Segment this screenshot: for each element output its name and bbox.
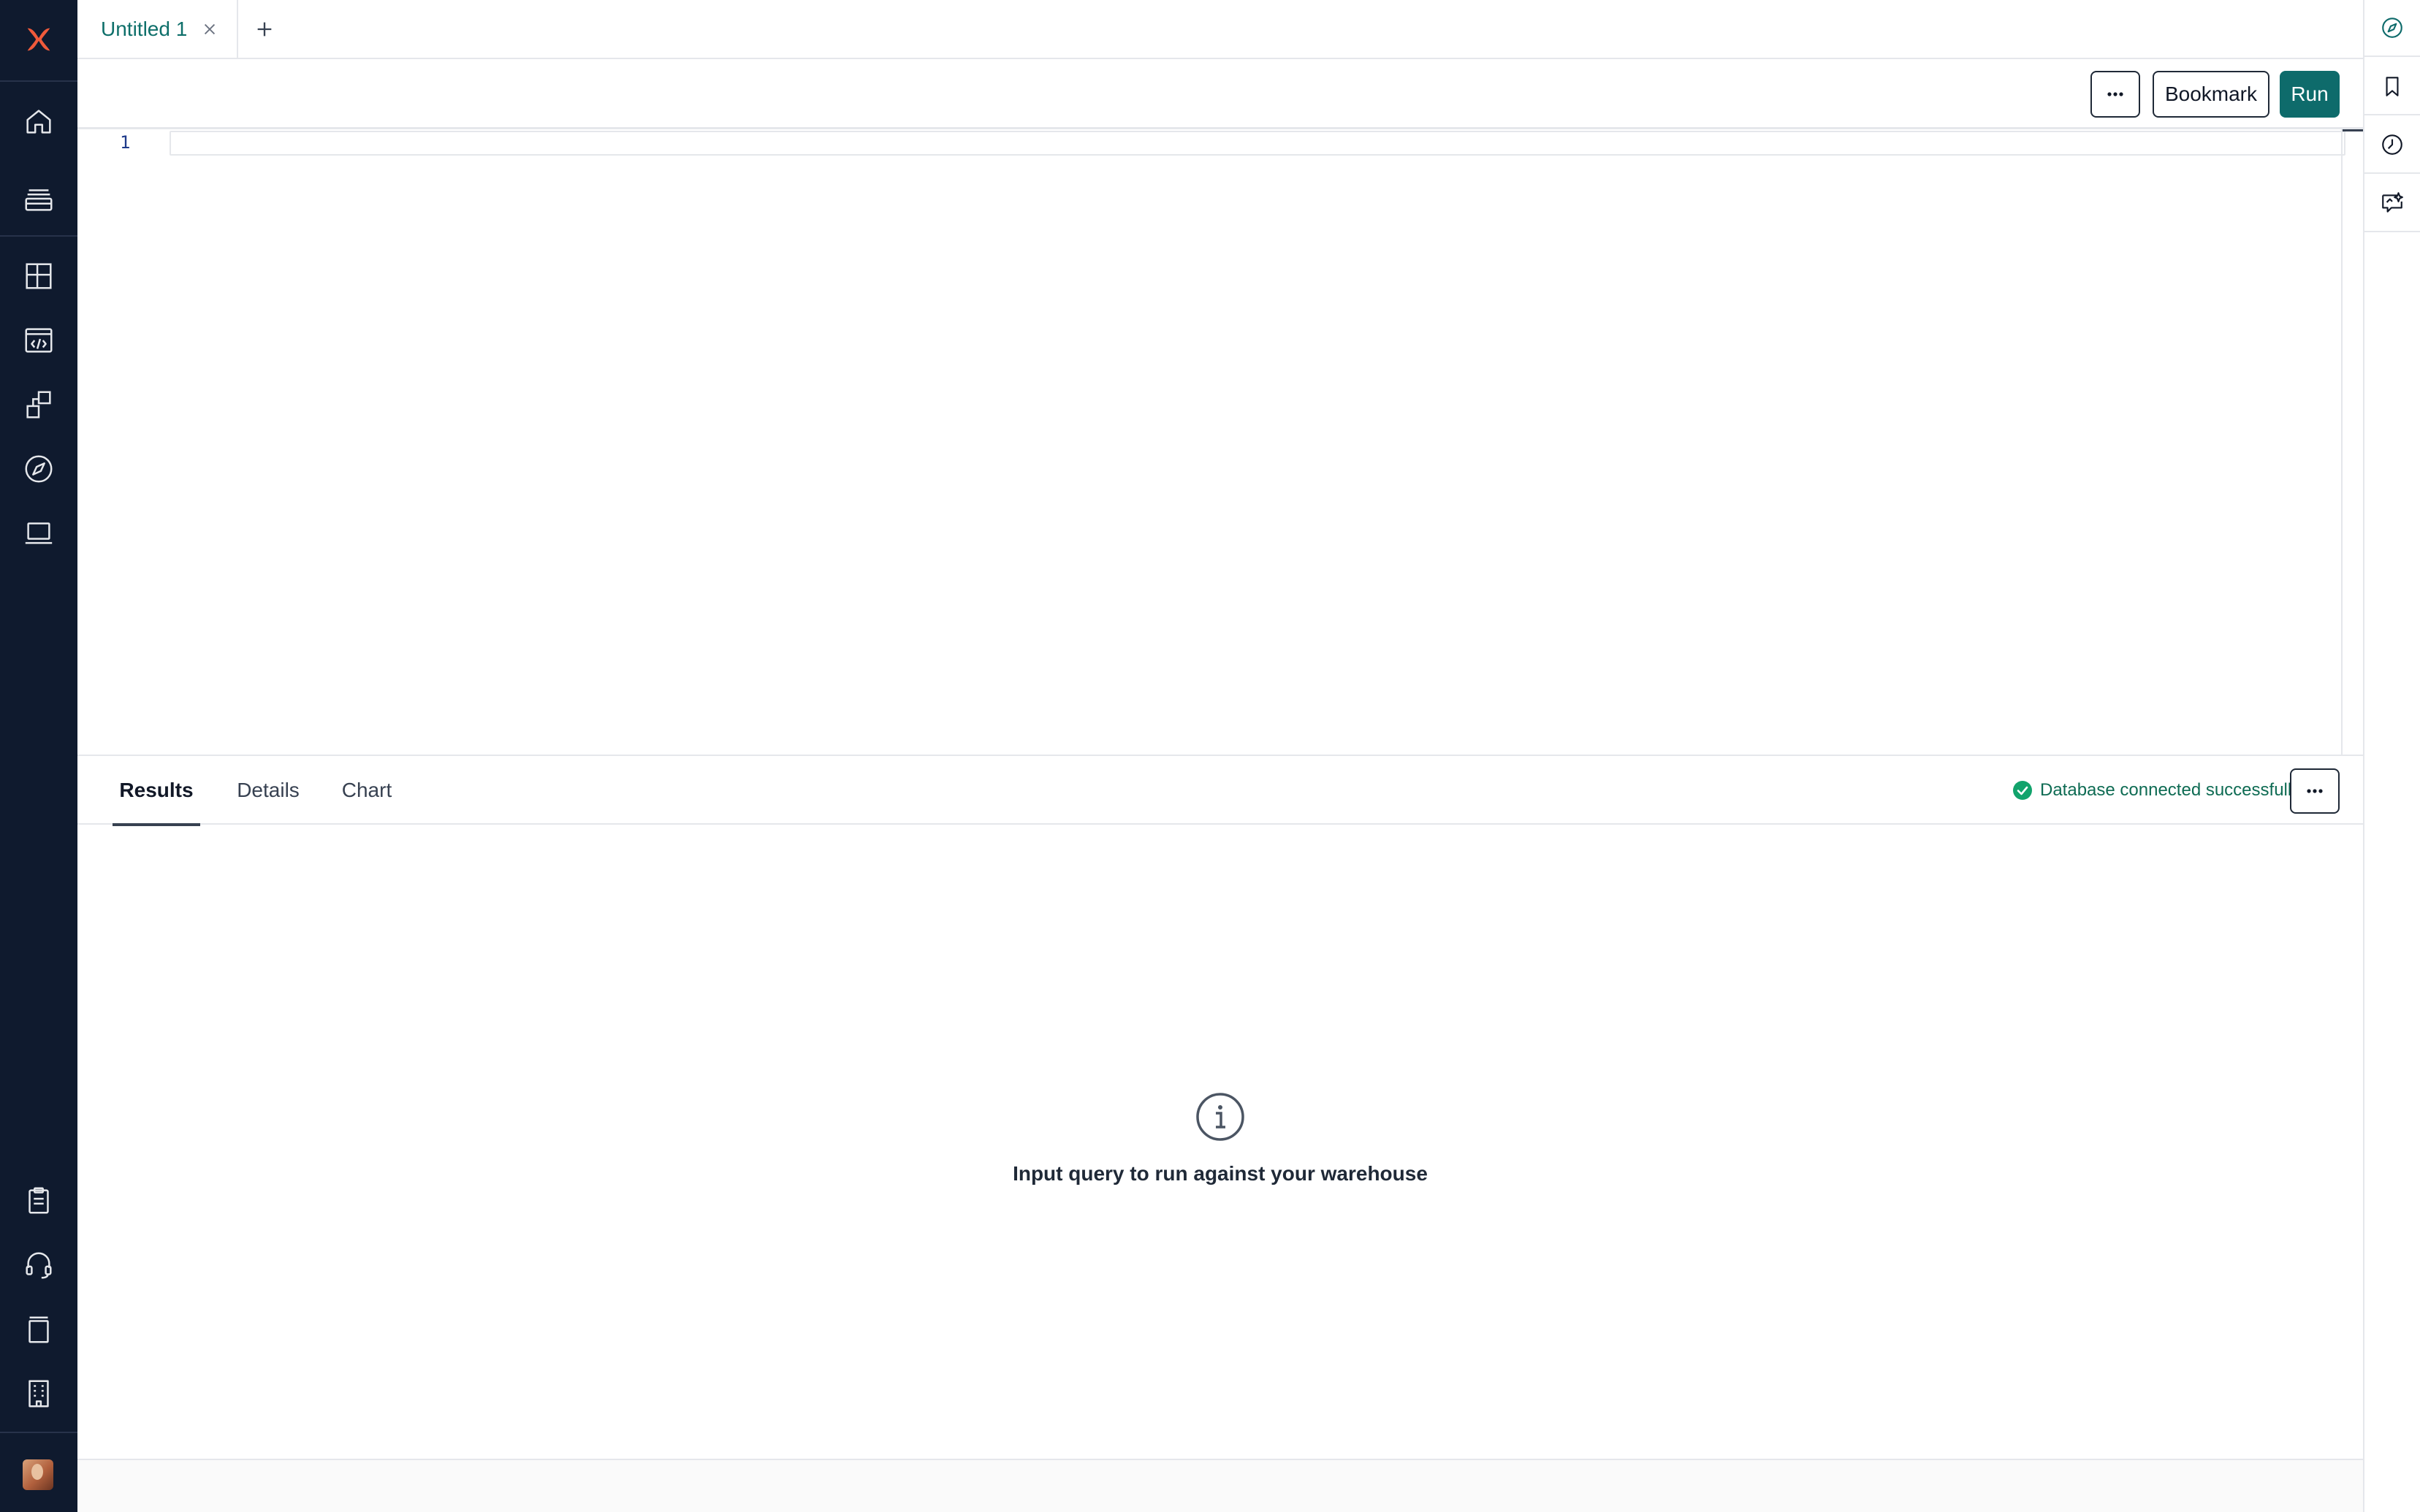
docs-icon[interactable] [0,1300,77,1359]
check-circle-icon [2013,781,2032,800]
ellipsis-icon [2107,92,2123,96]
left-nav [0,0,77,1512]
results-panel-header: Results Details Chart Database connected… [77,755,2363,826]
line-number: 1 [120,132,131,153]
logo-icon-graphic [27,28,50,51]
tab-label: Untitled 1 [101,17,188,40]
building-icon[interactable] [0,1364,77,1423]
status-text: Database connected successfully [2040,780,2301,800]
compass-icon[interactable] [2364,0,2420,57]
query-tab-bar: Untitled 1 [77,0,2363,59]
info-icon [1196,1093,1244,1141]
database-icon[interactable] [0,169,77,228]
results-empty-state: Input query to run against your warehous… [77,825,2363,1459]
tab-results[interactable]: Results [113,756,200,826]
tab-untitled-1[interactable]: Untitled 1 [77,0,238,58]
laptop-icon[interactable] [0,504,77,562]
results-more-button[interactable] [2290,768,2340,814]
right-rail [2363,0,2420,1512]
app-root: Untitled 1 Bookmark Run 1 Results Detail… [0,0,2420,1512]
empty-state-message: Input query to run against your warehous… [1013,1162,1428,1185]
ellipsis-icon [2307,789,2323,793]
nav-divider [0,1432,77,1433]
avatar[interactable] [23,1459,53,1490]
code-browser-icon[interactable] [0,311,77,370]
logo-icon[interactable] [0,10,77,69]
bookmark-button[interactable]: Bookmark [2153,71,2269,118]
nav-divider [0,80,77,82]
run-button[interactable]: Run [2280,71,2340,118]
sql-editor[interactable]: 1 [77,129,2345,754]
compass-icon[interactable] [0,440,77,498]
bookmark-icon[interactable] [2364,58,2420,115]
shapes-icon[interactable] [0,375,77,434]
editor-toolbar: Bookmark Run [77,59,2363,129]
history-icon[interactable] [2364,117,2420,174]
editor-scroll-marker [2343,129,2363,131]
add-tab-button[interactable] [247,12,282,47]
clipboard-icon[interactable] [0,1172,77,1230]
connection-status: Database connected successfully [2012,756,2300,825]
ai-assistant-icon[interactable] [2364,175,2420,232]
tab-chart[interactable]: Chart [326,756,408,825]
close-icon[interactable] [200,20,219,39]
more-options-button[interactable] [2090,71,2140,118]
headset-icon[interactable] [0,1236,77,1294]
status-footer [77,1459,2363,1512]
plus-icon [257,22,272,37]
nav-divider [0,235,77,237]
dashboard-grid-icon[interactable] [0,247,77,305]
editor-scrollbar-track[interactable] [2341,129,2343,755]
current-line-highlight[interactable] [170,131,2345,156]
tab-details[interactable]: Details [224,756,313,825]
home-icon[interactable] [0,92,77,150]
